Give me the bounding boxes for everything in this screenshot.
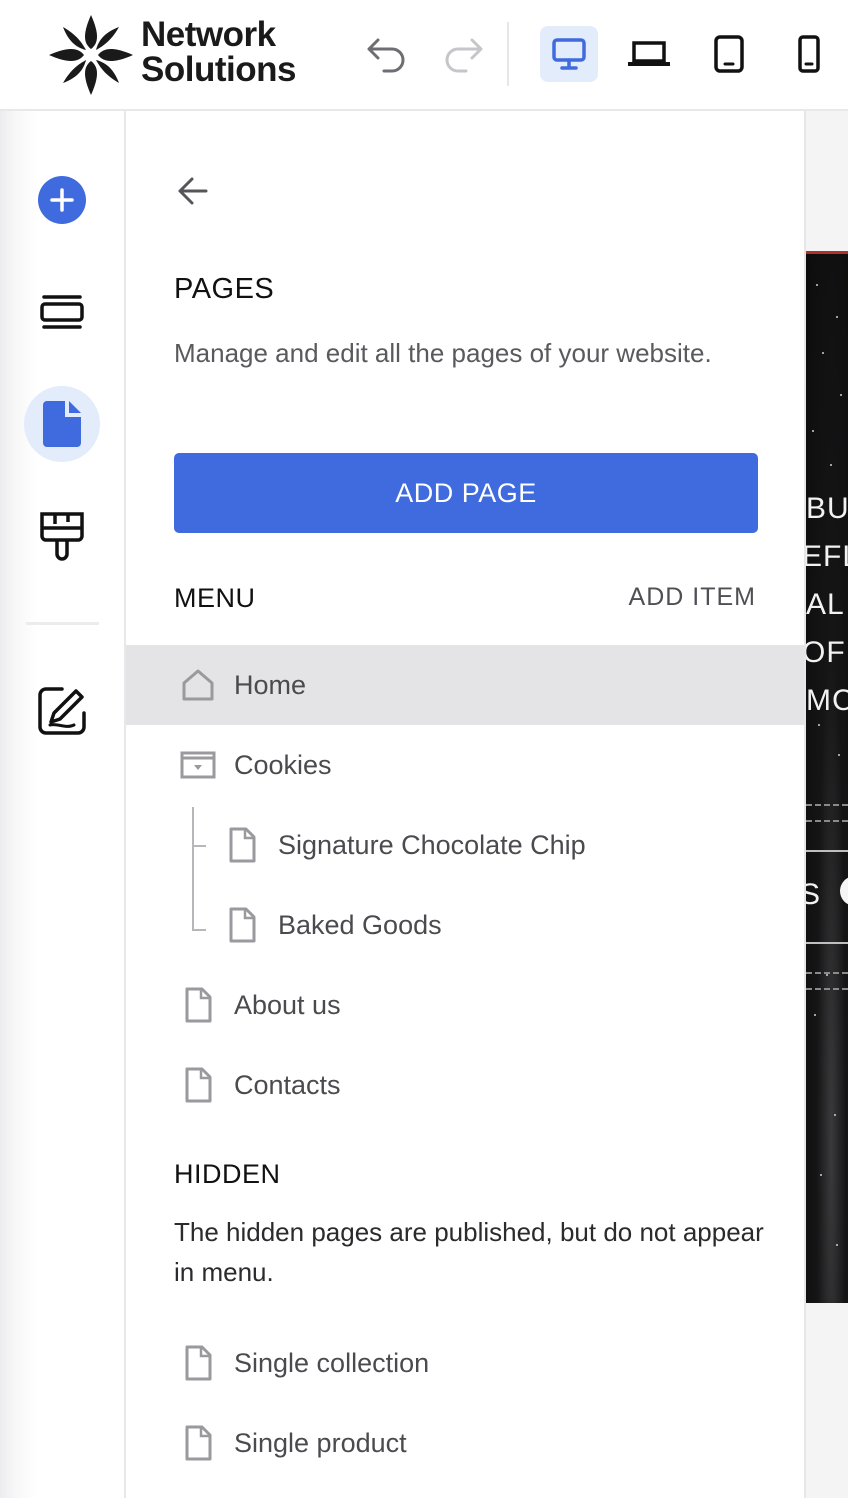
mobile-icon <box>798 35 820 73</box>
preview-text: OF <box>806 636 846 669</box>
hidden-section-description: The hidden pages are published, but do n… <box>174 1217 764 1287</box>
hidden-item-single-collection[interactable]: Single collection <box>126 1323 804 1403</box>
menu-item-label: Baked Goods <box>278 909 442 940</box>
add-item-link[interactable]: ADD ITEM <box>629 583 756 612</box>
menu-item-label: Cookies <box>234 749 332 780</box>
brand-line-1: Network <box>141 15 276 54</box>
pages-button[interactable] <box>24 386 100 462</box>
panel-description: Manage and edit all the pages of your we… <box>174 338 712 368</box>
preview-text: AL <box>806 588 845 621</box>
top-toolbar: Network Solutions <box>0 0 848 111</box>
edit-icon <box>38 687 86 735</box>
brand-line-2: Solutions <box>141 50 296 89</box>
menu-item-signature-chocolate-chip[interactable]: Signature Chocolate Chip <box>126 805 804 885</box>
preview-text: BU <box>806 492 848 525</box>
home-icon <box>180 667 216 703</box>
undo-icon <box>367 38 405 73</box>
device-tablet-button[interactable] <box>700 26 758 82</box>
brand-name: Network Solutions <box>141 17 296 87</box>
design-button[interactable] <box>24 498 100 574</box>
menu-item-label: Home <box>234 669 307 700</box>
menu-item-baked-goods[interactable]: Baked Goods <box>126 885 804 965</box>
hidden-section-title: HIDDEN <box>174 1159 281 1189</box>
page-icon <box>180 1425 216 1461</box>
preview-hero-image: BU EFL AL OF MC S <box>806 251 848 1303</box>
network-solutions-logo-icon[interactable] <box>46 12 136 98</box>
page-icon <box>180 1345 216 1381</box>
add-element-button[interactable] <box>24 162 100 238</box>
toolbar-divider <box>507 22 509 86</box>
page-icon <box>180 987 216 1023</box>
menu-item-label: Signature Chocolate Chip <box>278 829 586 860</box>
sections-icon <box>40 295 84 329</box>
menu-item-about-us[interactable]: About us <box>126 965 804 1045</box>
menu-item-home[interactable]: Home <box>126 645 804 725</box>
panel-title: PAGES <box>174 273 275 305</box>
undo-button[interactable] <box>358 26 416 82</box>
tablet-icon <box>714 35 744 73</box>
add-icon <box>38 176 86 224</box>
device-mobile-button[interactable] <box>780 26 838 82</box>
menu-item-contacts[interactable]: Contacts <box>126 1045 804 1125</box>
desktop-icon <box>552 38 586 70</box>
device-desktop-button[interactable] <box>540 26 598 82</box>
page-icon <box>224 827 260 863</box>
preview-text: S <box>806 878 822 911</box>
preview-text: EFL <box>806 540 848 573</box>
rail-divider <box>26 622 99 625</box>
preview-text: MC <box>806 684 848 717</box>
folder-dropdown-icon <box>180 747 216 783</box>
site-preview[interactable]: BU EFL AL OF MC S <box>806 111 848 1498</box>
page-icon <box>180 1067 216 1103</box>
hidden-item-label: Single collection <box>234 1347 430 1378</box>
laptop-icon <box>628 41 670 66</box>
pages-panel: PAGES Manage and edit all the pages of y… <box>126 111 806 1498</box>
page-icon <box>224 907 260 943</box>
left-rail <box>0 111 126 1498</box>
pages-icon <box>43 401 81 447</box>
design-brush-icon <box>40 512 84 561</box>
edit-button[interactable] <box>24 673 100 749</box>
menu-item-label: Contacts <box>234 1069 341 1100</box>
device-laptop-button[interactable] <box>620 26 678 82</box>
menu-section-title: MENU <box>174 583 256 613</box>
hidden-item-label: Single product <box>234 1427 407 1458</box>
menu-item-cookies[interactable]: Cookies <box>126 725 804 805</box>
add-page-button[interactable]: ADD PAGE <box>174 453 758 533</box>
back-arrow-icon[interactable] <box>172 171 212 211</box>
redo-button[interactable] <box>434 26 492 82</box>
sections-button[interactable] <box>24 274 100 350</box>
redo-icon <box>445 38 483 73</box>
menu-item-label: About us <box>234 989 341 1020</box>
hidden-item-single-product[interactable]: Single product <box>126 1403 804 1483</box>
